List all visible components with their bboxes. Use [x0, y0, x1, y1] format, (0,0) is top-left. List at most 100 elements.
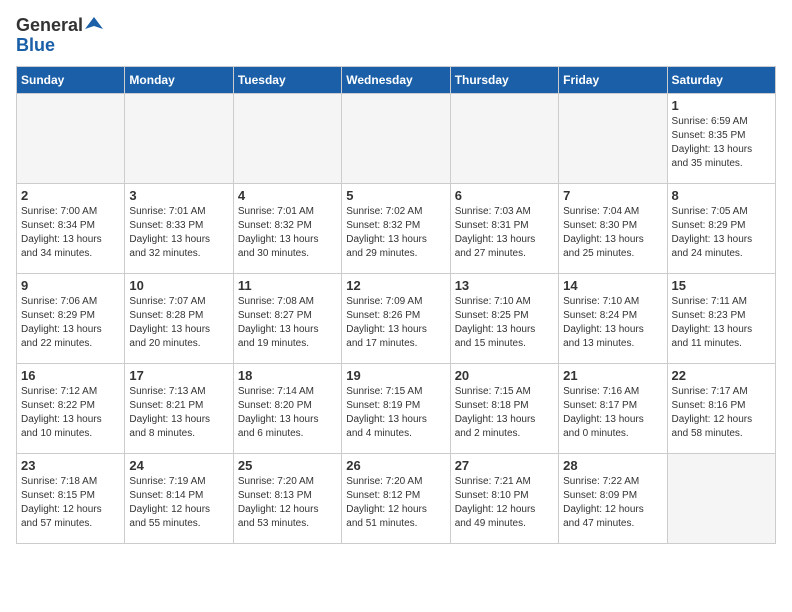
- day-info: Sunrise: 7:07 AM Sunset: 8:28 PM Dayligh…: [129, 295, 228, 351]
- calendar-cell: 27 Sunrise: 7:21 AM Sunset: 8:10 PM Dayli…: [450, 453, 558, 543]
- day-info: Sunrise: 7:11 AM Sunset: 8:23 PM Dayligh…: [672, 295, 771, 351]
- day-info: Sunrise: 7:12 AM Sunset: 8:22 PM Dayligh…: [21, 385, 120, 441]
- day-info: Sunrise: 7:21 AM Sunset: 8:10 PM Dayligh…: [455, 475, 554, 531]
- calendar-cell: 23 Sunrise: 7:18 AM Sunset: 8:15 PM Dayli…: [17, 453, 125, 543]
- day-number: 27: [455, 458, 554, 473]
- day-number: 1: [672, 98, 771, 113]
- day-number: 3: [129, 188, 228, 203]
- day-number: 8: [672, 188, 771, 203]
- calendar-cell: 12 Sunrise: 7:09 AM Sunset: 8:26 PM Dayli…: [342, 273, 450, 363]
- day-header-tuesday: Tuesday: [233, 66, 341, 93]
- day-number: 11: [238, 278, 337, 293]
- calendar-cell: 26 Sunrise: 7:20 AM Sunset: 8:12 PM Dayli…: [342, 453, 450, 543]
- calendar: SundayMondayTuesdayWednesdayThursdayFrid…: [16, 66, 776, 544]
- day-info: Sunrise: 7:08 AM Sunset: 8:27 PM Dayligh…: [238, 295, 337, 351]
- day-info: Sunrise: 7:13 AM Sunset: 8:21 PM Dayligh…: [129, 385, 228, 441]
- day-info: Sunrise: 7:19 AM Sunset: 8:14 PM Dayligh…: [129, 475, 228, 531]
- day-number: 16: [21, 368, 120, 383]
- day-info: Sunrise: 7:20 AM Sunset: 8:12 PM Dayligh…: [346, 475, 445, 531]
- calendar-cell: 15 Sunrise: 7:11 AM Sunset: 8:23 PM Dayli…: [667, 273, 775, 363]
- calendar-header-row: SundayMondayTuesdayWednesdayThursdayFrid…: [17, 66, 776, 93]
- logo-bird-icon: [85, 15, 103, 33]
- day-info: Sunrise: 7:03 AM Sunset: 8:31 PM Dayligh…: [455, 205, 554, 261]
- calendar-cell: 3 Sunrise: 7:01 AM Sunset: 8:33 PM Daylig…: [125, 183, 233, 273]
- day-header-thursday: Thursday: [450, 66, 558, 93]
- day-number: 4: [238, 188, 337, 203]
- calendar-cell: [125, 93, 233, 183]
- calendar-cell: 20 Sunrise: 7:15 AM Sunset: 8:18 PM Dayli…: [450, 363, 558, 453]
- day-number: 12: [346, 278, 445, 293]
- day-number: 17: [129, 368, 228, 383]
- calendar-cell: 5 Sunrise: 7:02 AM Sunset: 8:32 PM Daylig…: [342, 183, 450, 273]
- calendar-cell: 18Sunrise: 7:14 AM Sunset: 8:20 PM Dayli…: [233, 363, 341, 453]
- day-info: Sunrise: 6:59 AM Sunset: 8:35 PM Dayligh…: [672, 115, 771, 171]
- calendar-week-2: 2 Sunrise: 7:00 AM Sunset: 8:34 PM Daylig…: [17, 183, 776, 273]
- calendar-cell: 19 Sunrise: 7:15 AM Sunset: 8:19 PM Dayli…: [342, 363, 450, 453]
- day-info: Sunrise: 7:09 AM Sunset: 8:26 PM Dayligh…: [346, 295, 445, 351]
- day-info: Sunrise: 7:05 AM Sunset: 8:29 PM Dayligh…: [672, 205, 771, 261]
- day-info: Sunrise: 7:20 AM Sunset: 8:13 PM Dayligh…: [238, 475, 337, 531]
- day-info: Sunrise: 7:10 AM Sunset: 8:24 PM Dayligh…: [563, 295, 662, 351]
- calendar-cell: 16 Sunrise: 7:12 AM Sunset: 8:22 PM Dayli…: [17, 363, 125, 453]
- calendar-cell: [342, 93, 450, 183]
- day-number: 24: [129, 458, 228, 473]
- calendar-cell: [559, 93, 667, 183]
- day-info: Sunrise: 7:18 AM Sunset: 8:15 PM Dayligh…: [21, 475, 120, 531]
- calendar-cell: [450, 93, 558, 183]
- day-info: Sunrise: 7:15 AM Sunset: 8:19 PM Dayligh…: [346, 385, 445, 441]
- calendar-cell: 25 Sunrise: 7:20 AM Sunset: 8:13 PM Dayli…: [233, 453, 341, 543]
- day-info: Sunrise: 7:17 AM Sunset: 8:16 PM Dayligh…: [672, 385, 771, 441]
- day-number: 18: [238, 368, 337, 383]
- day-header-saturday: Saturday: [667, 66, 775, 93]
- calendar-week-1: 1 Sunrise: 6:59 AM Sunset: 8:35 PM Daylig…: [17, 93, 776, 183]
- calendar-cell: [667, 453, 775, 543]
- day-info: Sunrise: 7:04 AM Sunset: 8:30 PM Dayligh…: [563, 205, 662, 261]
- logo-general-text: General: [16, 16, 83, 36]
- calendar-week-5: 23 Sunrise: 7:18 AM Sunset: 8:15 PM Dayli…: [17, 453, 776, 543]
- day-header-wednesday: Wednesday: [342, 66, 450, 93]
- day-info: Sunrise: 7:02 AM Sunset: 8:32 PM Dayligh…: [346, 205, 445, 261]
- day-header-friday: Friday: [559, 66, 667, 93]
- calendar-cell: 22 Sunrise: 7:17 AM Sunset: 8:16 PM Dayli…: [667, 363, 775, 453]
- calendar-cell: 1 Sunrise: 6:59 AM Sunset: 8:35 PM Daylig…: [667, 93, 775, 183]
- day-info: Sunrise: 7:16 AM Sunset: 8:17 PM Dayligh…: [563, 385, 662, 441]
- day-number: 6: [455, 188, 554, 203]
- calendar-cell: 13 Sunrise: 7:10 AM Sunset: 8:25 PM Dayli…: [450, 273, 558, 363]
- header: General Blue: [16, 16, 776, 56]
- day-info: Sunrise: 7:10 AM Sunset: 8:25 PM Dayligh…: [455, 295, 554, 351]
- calendar-cell: 8 Sunrise: 7:05 AM Sunset: 8:29 PM Daylig…: [667, 183, 775, 273]
- day-info: Sunrise: 7:22 AM Sunset: 8:09 PM Dayligh…: [563, 475, 662, 531]
- day-number: 5: [346, 188, 445, 203]
- day-number: 23: [21, 458, 120, 473]
- day-header-monday: Monday: [125, 66, 233, 93]
- logo: General Blue: [16, 16, 103, 56]
- calendar-cell: 7Sunrise: 7:04 AM Sunset: 8:30 PM Daylig…: [559, 183, 667, 273]
- calendar-body: 1 Sunrise: 6:59 AM Sunset: 8:35 PM Daylig…: [17, 93, 776, 543]
- calendar-cell: 28 Sunrise: 7:22 AM Sunset: 8:09 PM Dayli…: [559, 453, 667, 543]
- day-number: 9: [21, 278, 120, 293]
- day-info: Sunrise: 7:06 AM Sunset: 8:29 PM Dayligh…: [21, 295, 120, 351]
- day-number: 19: [346, 368, 445, 383]
- day-header-sunday: Sunday: [17, 66, 125, 93]
- calendar-cell: 14Sunrise: 7:10 AM Sunset: 8:24 PM Dayli…: [559, 273, 667, 363]
- calendar-week-3: 9 Sunrise: 7:06 AM Sunset: 8:29 PM Daylig…: [17, 273, 776, 363]
- day-number: 22: [672, 368, 771, 383]
- day-info: Sunrise: 7:15 AM Sunset: 8:18 PM Dayligh…: [455, 385, 554, 441]
- calendar-cell: [233, 93, 341, 183]
- day-number: 2: [21, 188, 120, 203]
- calendar-week-4: 16 Sunrise: 7:12 AM Sunset: 8:22 PM Dayli…: [17, 363, 776, 453]
- calendar-cell: 6 Sunrise: 7:03 AM Sunset: 8:31 PM Daylig…: [450, 183, 558, 273]
- day-number: 28: [563, 458, 662, 473]
- day-number: 15: [672, 278, 771, 293]
- calendar-cell: 4Sunrise: 7:01 AM Sunset: 8:32 PM Daylig…: [233, 183, 341, 273]
- calendar-cell: 2 Sunrise: 7:00 AM Sunset: 8:34 PM Daylig…: [17, 183, 125, 273]
- day-number: 13: [455, 278, 554, 293]
- calendar-cell: 17 Sunrise: 7:13 AM Sunset: 8:21 PM Dayli…: [125, 363, 233, 453]
- logo-blue-text: Blue: [16, 36, 103, 56]
- day-number: 25: [238, 458, 337, 473]
- day-number: 20: [455, 368, 554, 383]
- calendar-cell: [17, 93, 125, 183]
- day-number: 26: [346, 458, 445, 473]
- day-info: Sunrise: 7:00 AM Sunset: 8:34 PM Dayligh…: [21, 205, 120, 261]
- day-info: Sunrise: 7:01 AM Sunset: 8:33 PM Dayligh…: [129, 205, 228, 261]
